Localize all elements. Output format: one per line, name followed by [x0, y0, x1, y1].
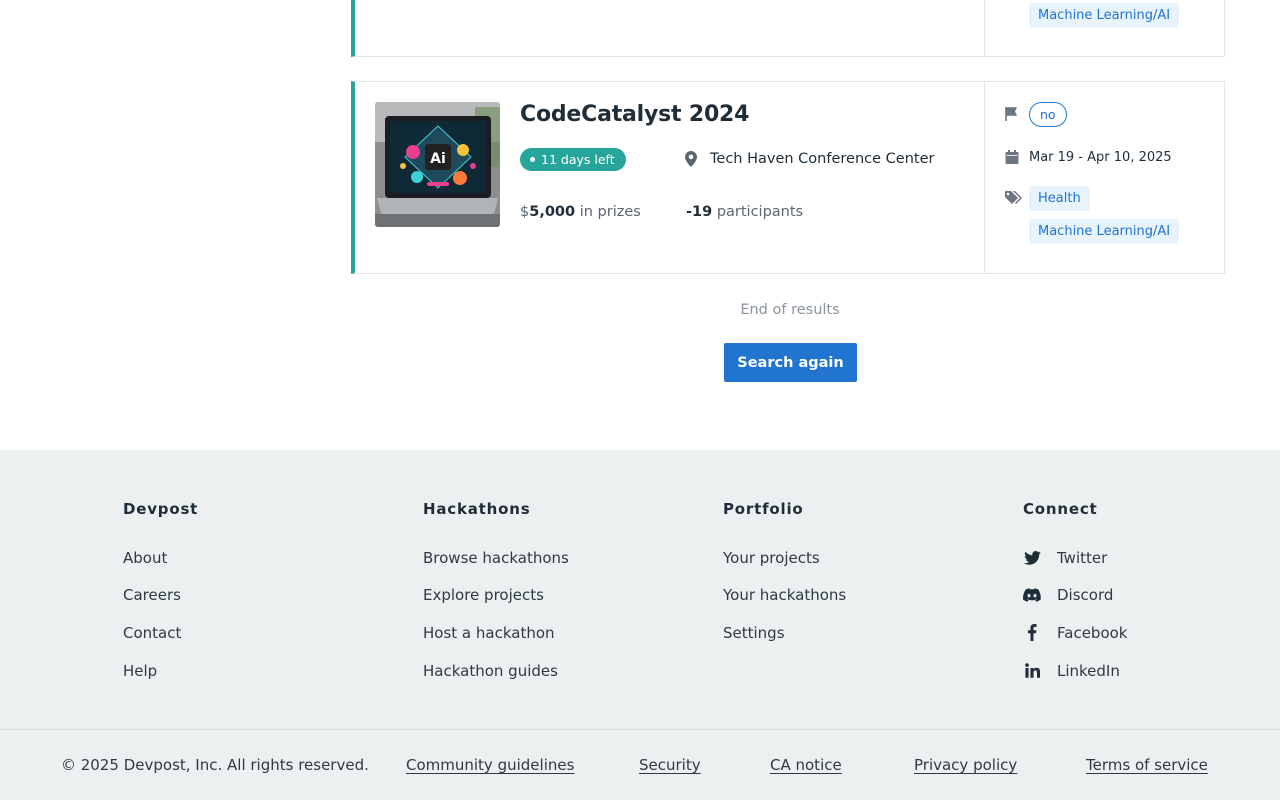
twitter-icon [1023, 549, 1041, 567]
copyright-text: © 2025 Devpost, Inc. All rights reserved… [61, 756, 369, 774]
prize-suffix: in prizes [579, 204, 641, 220]
theme-tag-health[interactable]: Health [1029, 186, 1090, 211]
facebook-label: Facebook [1057, 623, 1128, 642]
flag-icon [1005, 107, 1017, 121]
footer-link-help[interactable]: Help [123, 652, 198, 690]
hackathon-card-previous[interactable]: Machine Learning/AI [351, 0, 1225, 57]
footer-heading: Connect [1023, 500, 1098, 518]
card-divider [984, 0, 985, 56]
footer-link-your-hackathons[interactable]: Your hackathons [723, 577, 846, 615]
footer-heading: Devpost [123, 500, 199, 518]
hackathon-thumbnail[interactable]: Ai [375, 102, 500, 227]
footer-column-devpost: Devpost About Careers Contact Help [123, 500, 198, 689]
discord-label: Discord [1057, 586, 1114, 605]
submission-dates: Mar 19 - Apr 10, 2025 [1029, 150, 1172, 165]
theme-tag-ml-ai[interactable]: Machine Learning/AI [1029, 219, 1180, 244]
privacy-policy-link[interactable]: Privacy policy [914, 756, 1017, 774]
managed-by-devpost-badge[interactable]: no [1029, 102, 1067, 127]
end-of-results-text: End of results [740, 302, 840, 318]
hackathon-location: Tech Haven Conference Center [685, 151, 934, 167]
footer-column-hackathons: Hackathons Browse hackathons Explore pro… [423, 500, 569, 689]
status-dot [530, 157, 535, 162]
ca-notice-link[interactable]: CA notice [770, 756, 842, 774]
card-divider [984, 82, 985, 273]
participants-label: participants [716, 204, 804, 220]
thumbnail-text: Ai [430, 151, 446, 167]
footer-divider [0, 729, 1280, 730]
end-of-results-wrapper: End of results [0, 302, 1280, 318]
footer-link-hackathon-guides[interactable]: Hackathon guides [423, 652, 569, 690]
terms-of-service-link[interactable]: Terms of service [1086, 756, 1208, 774]
footer-column-connect: Connect Twitter Discord Facebook LinkedI… [1023, 500, 1127, 689]
footer-link-your-projects[interactable]: Your projects [723, 539, 846, 577]
footer-link-careers[interactable]: Careers [123, 577, 198, 615]
prize-amount: $5,000 in prizes [520, 204, 641, 220]
footer-heading: Hackathons [423, 500, 531, 518]
footer-link-host-hackathon[interactable]: Host a hackathon [423, 614, 569, 652]
footer-heading: Portfolio [723, 500, 804, 518]
map-marker-icon [685, 151, 697, 167]
site-footer: Devpost About Careers Contact Help Hacka… [0, 450, 1280, 800]
participants-value: -19 [686, 204, 713, 220]
theme-tag[interactable]: Machine Learning/AI [1029, 3, 1180, 28]
location-text: Tech Haven Conference Center [710, 151, 935, 167]
footer-link-about[interactable]: About [123, 539, 198, 577]
footer-link-explore-projects[interactable]: Explore projects [423, 577, 569, 615]
search-again-button[interactable]: Search again [724, 343, 857, 382]
status-badge: 11 days left [520, 148, 626, 171]
prize-currency: $ [520, 204, 530, 220]
facebook-icon [1023, 624, 1041, 642]
footer-link-discord[interactable]: Discord [1023, 577, 1127, 615]
footer-column-portfolio: Portfolio Your projects Your hackathons … [723, 500, 846, 652]
security-link[interactable]: Security [639, 756, 701, 774]
footer-link-facebook[interactable]: Facebook [1023, 614, 1127, 652]
laptop-ai-illustration: Ai [375, 102, 500, 227]
linkedin-label: LinkedIn [1057, 661, 1120, 680]
twitter-label: Twitter [1057, 548, 1108, 567]
prize-value: 5,000 [529, 204, 576, 220]
calendar-icon [1005, 150, 1019, 164]
hackathon-title[interactable]: CodeCatalyst 2024 [520, 102, 749, 127]
footer-link-twitter[interactable]: Twitter [1023, 539, 1127, 577]
community-guidelines-link[interactable]: Community guidelines [406, 756, 574, 774]
footer-link-browse-hackathons[interactable]: Browse hackathons [423, 539, 569, 577]
footer-link-contact[interactable]: Contact [123, 614, 198, 652]
footer-link-linkedin[interactable]: LinkedIn [1023, 652, 1127, 690]
footer-link-settings[interactable]: Settings [723, 614, 846, 652]
participants-count: -19 participants [686, 204, 803, 220]
discord-icon [1023, 586, 1041, 604]
linkedin-icon [1023, 662, 1041, 680]
tags-icon [1005, 191, 1022, 204]
hackathon-card[interactable]: Ai CodeCatalyst 2024 11 days left Tech H… [351, 81, 1225, 274]
status-text: 11 days left [541, 152, 615, 167]
